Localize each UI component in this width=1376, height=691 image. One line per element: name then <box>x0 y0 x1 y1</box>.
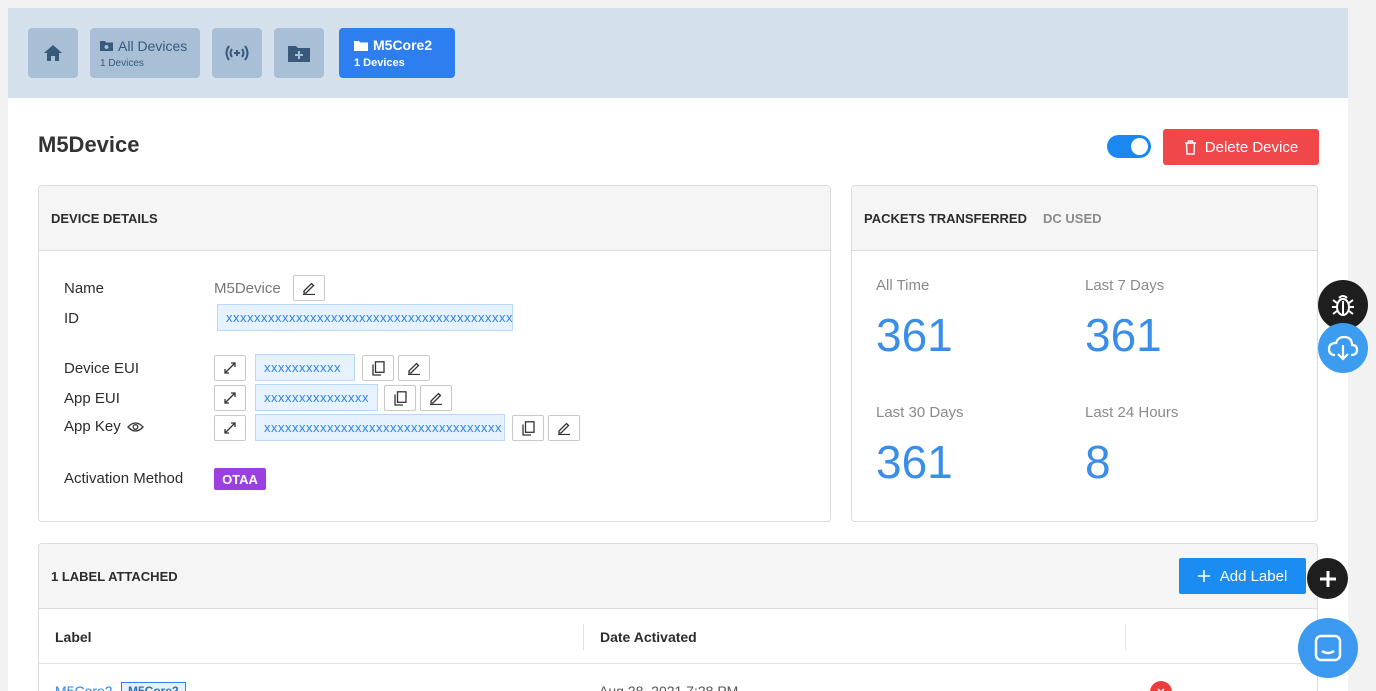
folder-plus-icon <box>288 46 310 62</box>
expand-icon <box>224 392 236 404</box>
tab-packets-transferred[interactable]: PACKETS TRANSFERRED <box>864 211 1027 226</box>
id-value: xxxxxxxxxxxxxxxxxxxxxxxxxxxxxxxxxxxxxxxx… <box>217 304 513 331</box>
column-divider <box>1125 624 1126 650</box>
device-eui-label: Device EUI <box>64 360 140 377</box>
labels-card: 1 LABEL ATTACHED Add Label Label Date Ac… <box>38 543 1318 691</box>
delete-device-label: Delete Device <box>1204 138 1299 156</box>
column-date-activated[interactable]: Date Activated <box>600 610 697 664</box>
copy-icon <box>371 360 385 376</box>
folder-title: M5Core2 <box>373 37 433 53</box>
stat-value: 8 <box>1085 436 1111 488</box>
copy-app-key-button[interactable] <box>512 415 544 441</box>
chat-button[interactable] <box>1298 618 1358 678</box>
app-key-value: xxxxxxxxxxxxxxxxxxxxxxxxxxxxxxxxxx <box>255 414 505 441</box>
pencil-icon <box>430 392 442 405</box>
device-details-card: DEVICE DETAILS Name M5Device ID xxxxxxxx… <box>38 185 831 522</box>
bug-icon <box>1332 295 1354 316</box>
pencil-icon <box>408 362 420 375</box>
activation-method-badge: OTAA <box>214 468 266 490</box>
home-icon <box>44 45 62 61</box>
app-key-label: App Key <box>64 418 121 435</box>
column-divider <box>583 624 584 650</box>
stat-label: Last 7 Days <box>1085 277 1165 294</box>
home-button[interactable] <box>28 28 78 78</box>
copy-icon <box>521 420 535 436</box>
edit-app-eui-button[interactable] <box>420 385 452 411</box>
all-devices-button[interactable]: All Devices 1 Devices <box>90 28 200 78</box>
name-value: M5Device <box>214 280 281 297</box>
labels-header: 1 LABEL ATTACHED <box>39 544 1317 609</box>
label-link[interactable]: M5Core2 <box>55 683 113 691</box>
plus-icon <box>1197 570 1210 582</box>
device-eui-value: xxxxxxxxxxx <box>255 354 355 381</box>
pencil-icon <box>303 282 315 295</box>
hotspot-button[interactable] <box>212 28 262 78</box>
add-label-button[interactable]: Add Label <box>1179 558 1306 594</box>
download-button[interactable] <box>1318 323 1368 373</box>
stat-label: All Time <box>876 277 930 294</box>
id-label: ID <box>64 310 79 327</box>
table-row: M5Core2 M5Core2 Aug 28, 2021 7:28 PM <box>39 665 1317 691</box>
edit-device-eui-button[interactable] <box>398 355 430 381</box>
stat-label: Last 24 Hours <box>1085 404 1179 421</box>
labels-table-header: Label Date Activated <box>39 610 1317 664</box>
copy-icon <box>393 390 407 406</box>
expand-icon <box>224 362 236 374</box>
column-label[interactable]: Label <box>55 610 92 664</box>
plus-icon <box>1319 570 1336 587</box>
page-title: M5Device <box>38 132 140 157</box>
cloud-download-icon <box>1327 335 1359 361</box>
remove-label-button[interactable] <box>1150 681 1172 691</box>
copy-app-eui-button[interactable] <box>384 385 416 411</box>
date-activated: Aug 28, 2021 7:28 PM <box>599 683 739 691</box>
name-label: Name <box>64 280 105 297</box>
packets-tabs: PACKETS TRANSFERRED DC USED <box>852 186 1317 251</box>
edit-app-key-button[interactable] <box>548 415 580 441</box>
pencil-icon <box>558 422 570 435</box>
add-label-text: Add Label <box>1219 567 1288 585</box>
device-details-header: DEVICE DETAILS <box>39 186 830 251</box>
app-eui-value: xxxxxxxxxxxxxxx <box>255 384 378 411</box>
add-folder-button[interactable] <box>274 28 324 78</box>
all-devices-title: All Devices <box>118 37 188 54</box>
app-eui-label: App EUI <box>64 390 120 407</box>
stat-value: 361 <box>876 309 953 361</box>
packets-card: PACKETS TRANSFERRED DC USED All Time 361… <box>851 185 1318 522</box>
tab-dc-used[interactable]: DC USED <box>1043 211 1102 226</box>
app-key-row-label: App Key <box>64 418 144 435</box>
device-active-toggle[interactable] <box>1107 135 1151 158</box>
trash-icon <box>1184 139 1196 155</box>
folder-m5core2-button[interactable]: M5Core2 1 Devices <box>339 28 455 78</box>
chat-icon <box>1314 634 1342 662</box>
stat-value: 361 <box>876 436 953 488</box>
delete-device-button[interactable]: Delete Device <box>1163 129 1319 165</box>
expand-icon <box>224 422 236 434</box>
all-devices-count: 1 Devices <box>100 57 144 69</box>
broadcast-icon <box>225 45 249 61</box>
stat-value: 361 <box>1085 309 1162 361</box>
toggle-knob <box>1131 138 1148 155</box>
expand-app-key-button[interactable] <box>214 415 246 441</box>
activation-method-label: Activation Method <box>64 470 184 487</box>
copy-device-eui-button[interactable] <box>362 355 394 381</box>
main-content: M5Device Delete Device DEVICE DETAILS Na… <box>8 98 1348 691</box>
expand-app-eui-button[interactable] <box>214 385 246 411</box>
edit-name-button[interactable] <box>293 275 325 301</box>
expand-device-eui-button[interactable] <box>214 355 246 381</box>
folder-device-count: 1 Devices <box>354 57 405 69</box>
folder-icon <box>354 40 368 51</box>
eye-icon[interactable] <box>126 421 144 433</box>
add-floating-button[interactable] <box>1307 558 1348 599</box>
top-nav-bar: All Devices 1 Devices M5Core2 1 Devices <box>8 8 1348 98</box>
folder-icon <box>100 41 113 51</box>
stat-label: Last 30 Days <box>876 404 964 421</box>
label-tag[interactable]: M5Core2 <box>121 682 186 691</box>
